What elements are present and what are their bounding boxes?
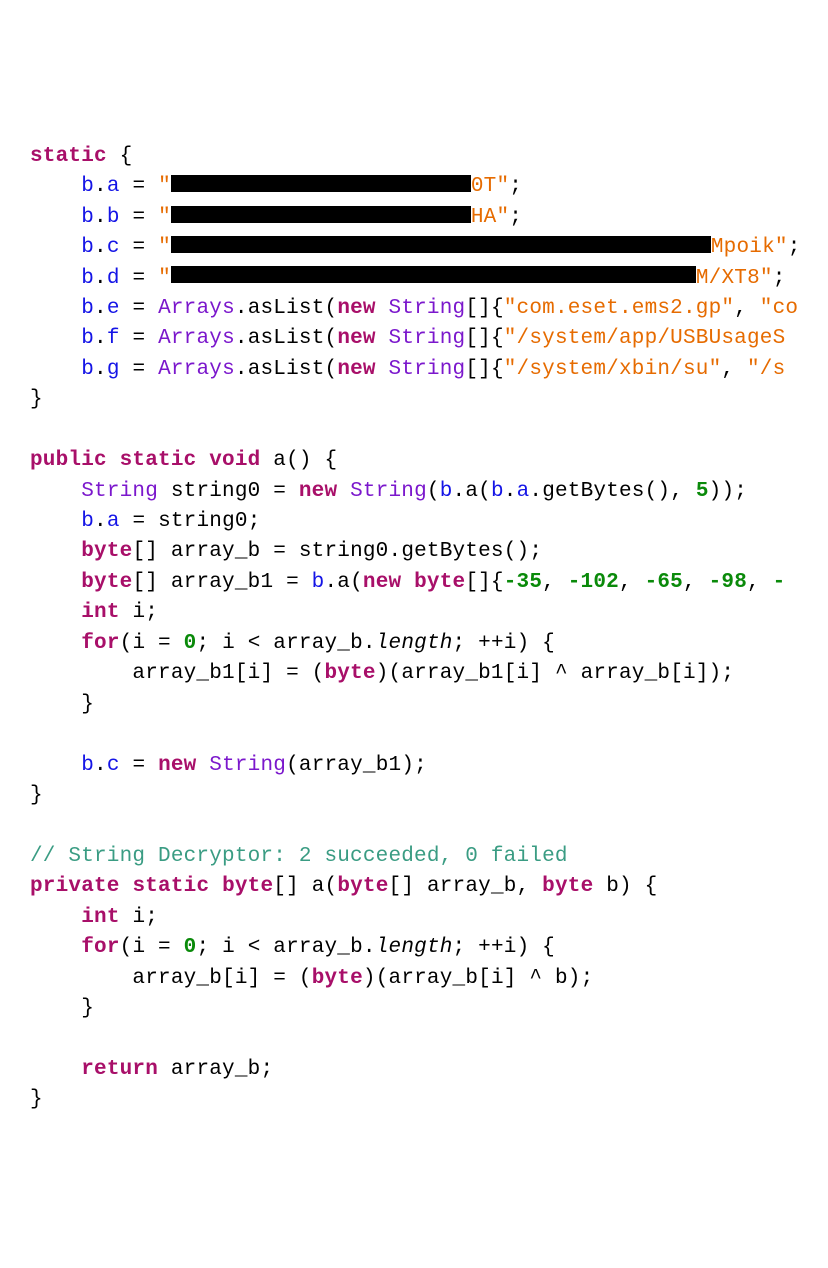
redaction-bar [171, 175, 471, 192]
method-a: a [273, 449, 286, 472]
code-block: static { b.a = "0T"; b.b = "HA"; b.c = "… [30, 142, 828, 1116]
redaction-bar [171, 236, 711, 253]
redaction-bar [171, 206, 471, 223]
method-a2: a [312, 875, 325, 898]
comment: // String Decryptor: 2 succeeded, 0 fail… [30, 845, 568, 868]
redaction-bar [171, 266, 696, 283]
kw-static: static [30, 145, 107, 168]
var-b: b [81, 175, 94, 198]
